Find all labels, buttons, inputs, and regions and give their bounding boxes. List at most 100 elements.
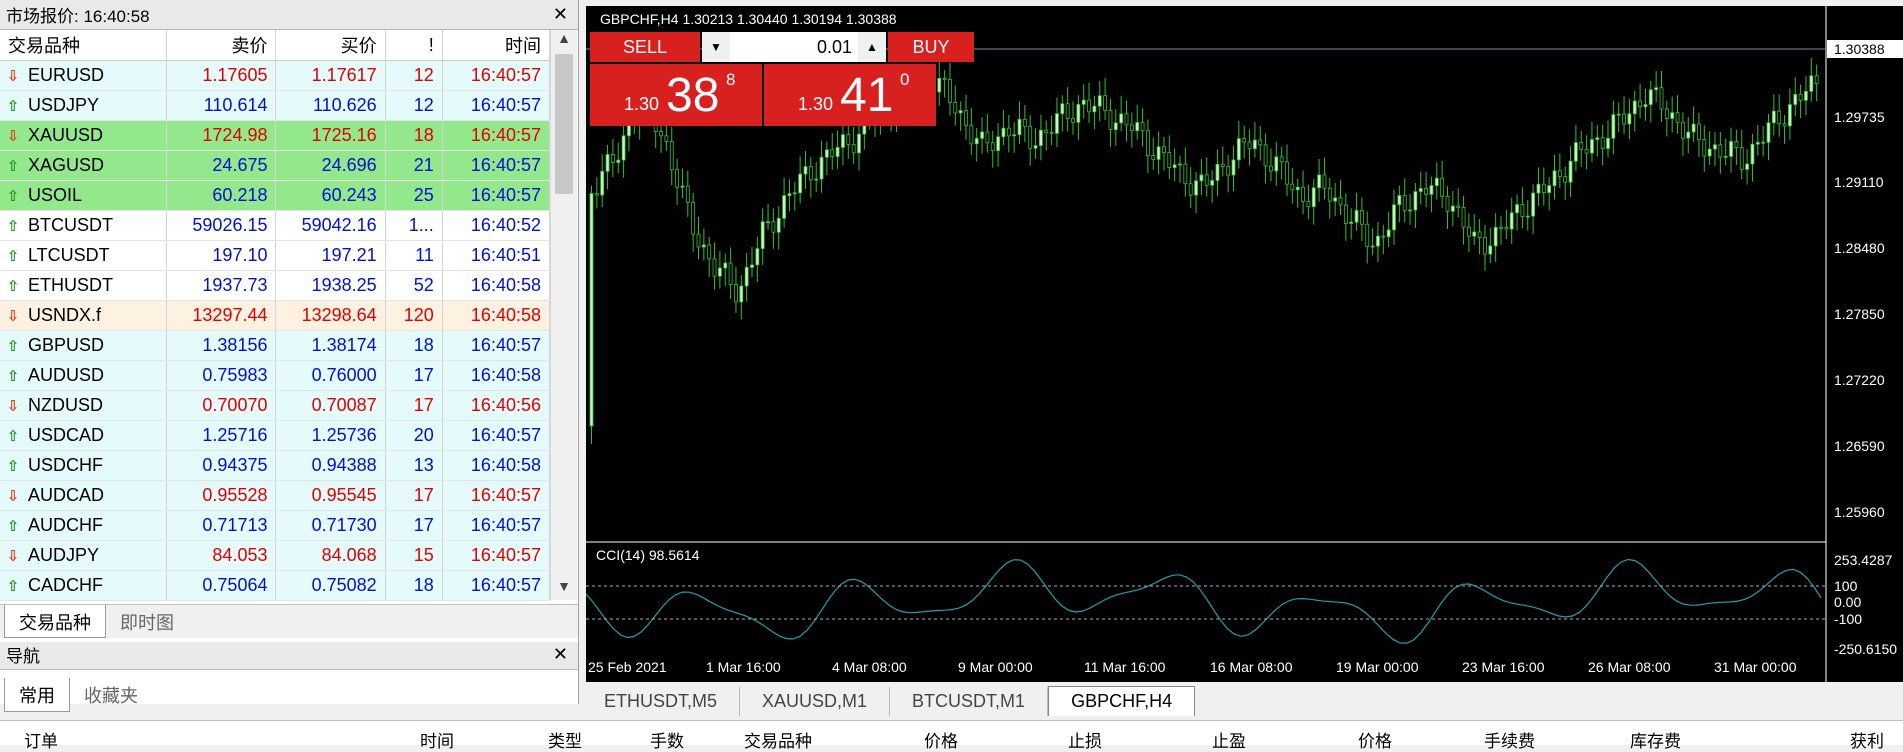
candle-body [1236,138,1241,161]
candle-body [600,170,605,196]
column-header-spread[interactable]: ! [385,30,443,61]
close-icon[interactable]: ✕ [553,4,568,25]
candle-body [1028,125,1033,149]
column-header-current-price[interactable]: 价格 [1358,727,1392,752]
table-row[interactable]: ⇩ EURUSD 1.17605 1.17617 12 16:40:57 [0,60,551,91]
candle-body [1017,118,1022,136]
candle-body [1258,139,1263,146]
cci-tick-label: -250.6150 [1834,641,1897,657]
chart-tab[interactable]: XAUUSD,M1 [740,687,891,716]
candle-body [1504,227,1509,230]
sell-price-button[interactable]: 1.30 38 8 [590,64,762,126]
table-row[interactable]: ⇧ USOIL 60.218 60.243 25 16:40:57 [0,180,551,211]
one-click-trading-panel: SELL ▼ 0.01 ▲ BUY 1.30 38 8 1.30 41 0 [590,32,974,126]
column-header-commission[interactable]: 手续费 [1484,727,1535,752]
column-header-profit[interactable]: 获利 [1850,727,1884,752]
scroll-down-icon[interactable]: ▼ [551,578,577,600]
time-cell: 16:40:57 [442,480,551,511]
table-row[interactable]: ⇩ AUDJPY 84.053 84.068 15 16:40:57 [0,540,551,571]
table-row[interactable]: ⇧ CADCHF 0.75064 0.75082 18 16:40:57 [0,570,551,601]
table-row[interactable]: ⇧ XAGUSD 24.675 24.696 21 16:40:57 [0,150,551,181]
candle-body [1311,187,1316,208]
close-icon[interactable]: ✕ [553,644,568,665]
table-row[interactable]: ⇧ USDJPY 110.614 110.626 12 16:40:57 [0,90,551,121]
table-row[interactable]: ⇩ USNDX.f 13297.44 13298.64 120 16:40:58 [0,300,551,331]
table-row[interactable]: ⇩ NZDUSD 0.70070 0.70087 17 16:40:56 [0,390,551,421]
time-cell: 16:40:58 [442,270,551,301]
cci-tick-label: -100 [1834,611,1862,627]
time-cell: 16:40:57 [442,510,551,541]
chart-tab[interactable]: BTCUSDT,M1 [890,687,1049,716]
candle-body [1172,164,1177,168]
table-row[interactable]: ⇧ AUDCHF 0.71713 0.71730 17 16:40:57 [0,510,551,541]
ask-cell: 1725.16 [275,120,386,151]
bid-cell: 1.17605 [166,60,277,91]
symbol-name: AUDJPY [28,545,100,565]
candle-body [1226,166,1231,176]
tab-tick-chart[interactable]: 即时图 [106,605,188,638]
tab-symbols[interactable]: 交易品种 [4,605,106,638]
tab-common[interactable]: 常用 [4,678,70,712]
column-header-sl[interactable]: 止损 [1068,727,1102,752]
candle-body [1793,94,1798,105]
time-cell: 16:40:57 [442,120,551,151]
candle-body [1220,163,1225,167]
table-row[interactable]: ⇧ AUDUSD 0.75983 0.76000 17 16:40:58 [0,360,551,391]
candle-body [744,267,749,287]
price-chart[interactable]: GBPCHF,H4 1.30213 1.30440 1.30194 1.3038… [585,6,1903,682]
arrow-down-icon: ⇩ [6,308,20,325]
table-row[interactable]: ⇧ GBPUSD 1.38156 1.38174 18 16:40:57 [0,330,551,361]
candle-body [1317,174,1321,189]
spread-cell: 17 [385,390,443,421]
table-row[interactable]: ⇧ USDCHF 0.94375 0.94388 13 16:40:58 [0,450,551,481]
table-row[interactable]: ⇧ ETHUSDT 1937.73 1938.25 52 16:40:58 [0,270,551,301]
column-header-symbol[interactable]: 交易品种 [744,727,812,752]
candle-body [1574,142,1578,162]
candle-body [953,102,958,114]
time-cell: 16:40:58 [442,450,551,481]
candle-body [1247,141,1252,150]
sell-price-prefix: 1.30 [624,94,660,114]
sell-button[interactable]: SELL [590,32,700,62]
lot-decrease-icon[interactable]: ▼ [702,32,730,62]
vertical-scrollbar[interactable]: ▲ ▼ [550,30,577,600]
column-header-swap[interactable]: 库存费 [1630,727,1681,752]
candle-body [1771,110,1776,124]
time-cell: 16:40:57 [442,540,551,571]
column-header-time[interactable]: 时间 [442,30,551,61]
column-header-bid[interactable]: 卖价 [166,30,277,61]
column-header-type[interactable]: 类型 [548,727,582,752]
candle-body [766,221,770,224]
table-row[interactable]: ⇧ LTCUSDT 197.10 197.21 11 16:40:51 [0,240,551,271]
buy-price-button[interactable]: 1.30 41 0 [764,64,936,126]
lot-increase-icon[interactable]: ▲ [858,32,886,62]
candle-body [942,78,947,80]
table-row[interactable]: ⇧ USDCAD 1.25716 1.25736 20 16:40:57 [0,420,551,451]
buy-button[interactable]: BUY [888,32,974,62]
spread-cell: 15 [385,540,443,571]
column-header-symbol[interactable]: 交易品种 [0,30,168,61]
table-row[interactable]: ⇩ XAUUSD 1724.98 1725.16 18 16:40:57 [0,120,551,151]
column-header-tp[interactable]: 止盈 [1212,727,1246,752]
bid-cell: 0.95528 [166,480,277,511]
column-header-order[interactable]: 订单 [24,727,58,752]
table-row[interactable]: ⇩ AUDCAD 0.95528 0.95545 17 16:40:57 [0,480,551,511]
candle-body [664,135,669,142]
candle-body [1809,75,1814,92]
scrollbar-thumb[interactable] [555,54,573,194]
candle-body [1071,118,1075,123]
chart-tab[interactable]: ETHUSDT,M5 [582,687,741,716]
chart-tab-active[interactable]: GBPCHF,H4 [1048,686,1196,716]
candle-body [1044,129,1049,134]
candle-body [792,192,797,195]
column-header-volume[interactable]: 手数 [650,727,684,752]
column-header-ask[interactable]: 买价 [275,30,386,61]
arrow-up-icon: ⇧ [6,278,20,295]
lot-size-input[interactable]: 0.01 [730,32,858,62]
price-tick-label: 1.26590 [1834,438,1885,454]
scroll-up-icon[interactable]: ▲ [551,30,577,52]
column-header-time[interactable]: 时间 [420,727,454,752]
column-header-price[interactable]: 价格 [924,727,958,752]
tab-favorites[interactable]: 收藏夹 [70,678,152,712]
table-row[interactable]: ⇧ BTCUSDT 59026.15 59042.16 1... 16:40:52 [0,210,551,241]
